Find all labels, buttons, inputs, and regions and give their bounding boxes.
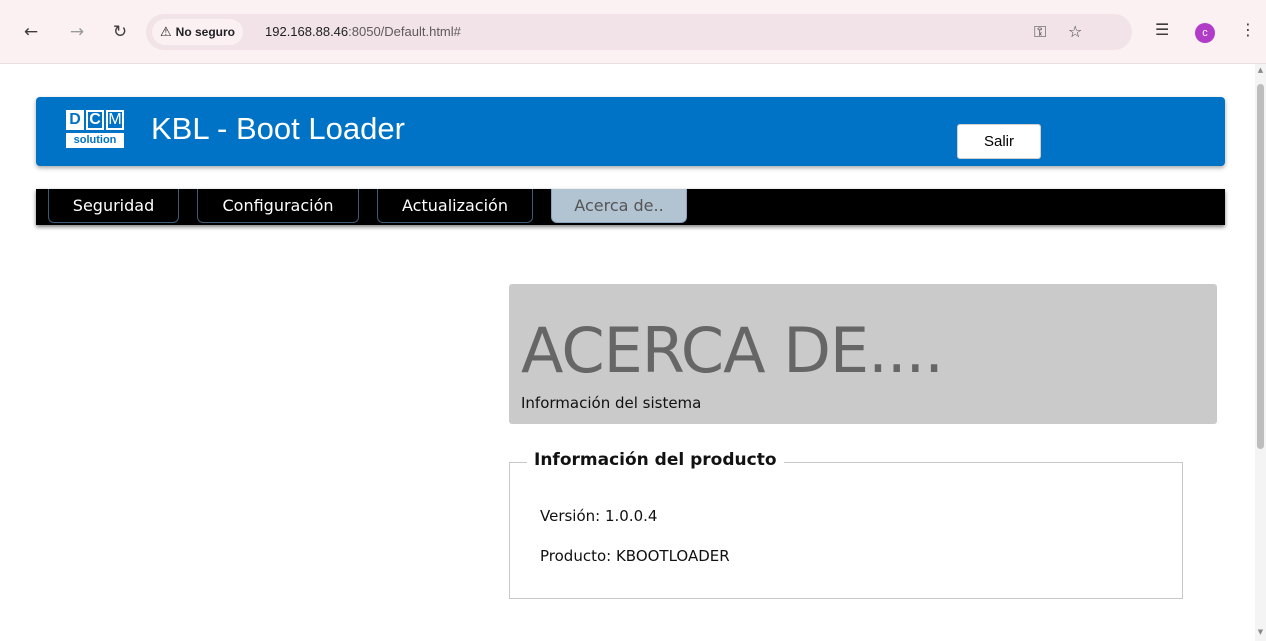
tab-actualizacion[interactable]: Actualización <box>377 189 533 223</box>
page-scrollbar[interactable]: ▲ ▼ <box>1255 64 1266 641</box>
forward-arrow-icon[interactable]: → <box>66 21 88 43</box>
tab-configuracion[interactable]: Configuración <box>197 189 359 223</box>
page-title: ACERCA DE.... <box>521 314 944 387</box>
back-arrow-icon[interactable]: ← <box>20 21 42 43</box>
app-title: KBL - Boot Loader <box>151 111 405 146</box>
page-subtitle: Información del sistema <box>521 394 702 412</box>
main-menu: Seguridad Configuración Actualización Ac… <box>36 189 1225 225</box>
reload-icon[interactable]: ↻ <box>109 21 131 43</box>
avatar[interactable]: c <box>1195 23 1215 43</box>
address-bar[interactable]: ⚠ No seguro 192.168.88.46:8050/Default.h… <box>146 14 1132 50</box>
logout-button[interactable]: Salir <box>957 124 1041 159</box>
scroll-down-icon[interactable]: ▼ <box>1255 628 1266 636</box>
url-text[interactable]: 192.168.88.46:8050/Default.html# <box>265 24 461 39</box>
warning-icon: ⚠ <box>160 24 172 39</box>
url-host: 192.168.88.46 <box>265 24 349 39</box>
star-icon[interactable]: ☆ <box>1068 22 1082 41</box>
security-label: No seguro <box>175 25 235 39</box>
logo-letter-m: M <box>106 110 124 130</box>
scroll-thumb[interactable] <box>1257 84 1264 449</box>
tab-acerca-de[interactable]: Acerca de.. <box>551 189 687 223</box>
key-icon[interactable]: ⚿ <box>1034 22 1046 42</box>
browser-toolbar: ← → ↻ ⚠ No seguro 192.168.88.46:8050/Def… <box>0 0 1266 64</box>
dcm-logo: D C M solution <box>66 106 130 156</box>
kebab-menu-icon[interactable]: ⋮ <box>1240 20 1256 39</box>
product-name-text: Producto: KBOOTLOADER <box>540 547 730 565</box>
security-chip[interactable]: ⚠ No seguro <box>152 19 243 45</box>
version-text: Versión: 1.0.0.4 <box>540 507 658 525</box>
about-banner: ACERCA DE.... Información del sistema <box>509 284 1217 424</box>
logo-letter-c: C <box>86 110 104 130</box>
product-info-legend: Información del producto <box>527 450 784 470</box>
product-info-panel: Información del producto Versión: 1.0.0.… <box>509 450 1183 599</box>
app-header: D C M solution KBL - Boot Loader Salir <box>36 97 1225 166</box>
logo-subtitle: solution <box>66 133 124 148</box>
media-queue-icon[interactable]: ☰ <box>1155 20 1169 39</box>
logo-letter-d: D <box>66 110 84 130</box>
url-rest: :8050/Default.html# <box>348 24 461 39</box>
scroll-up-icon[interactable]: ▲ <box>1255 66 1266 74</box>
tab-seguridad[interactable]: Seguridad <box>48 189 179 223</box>
